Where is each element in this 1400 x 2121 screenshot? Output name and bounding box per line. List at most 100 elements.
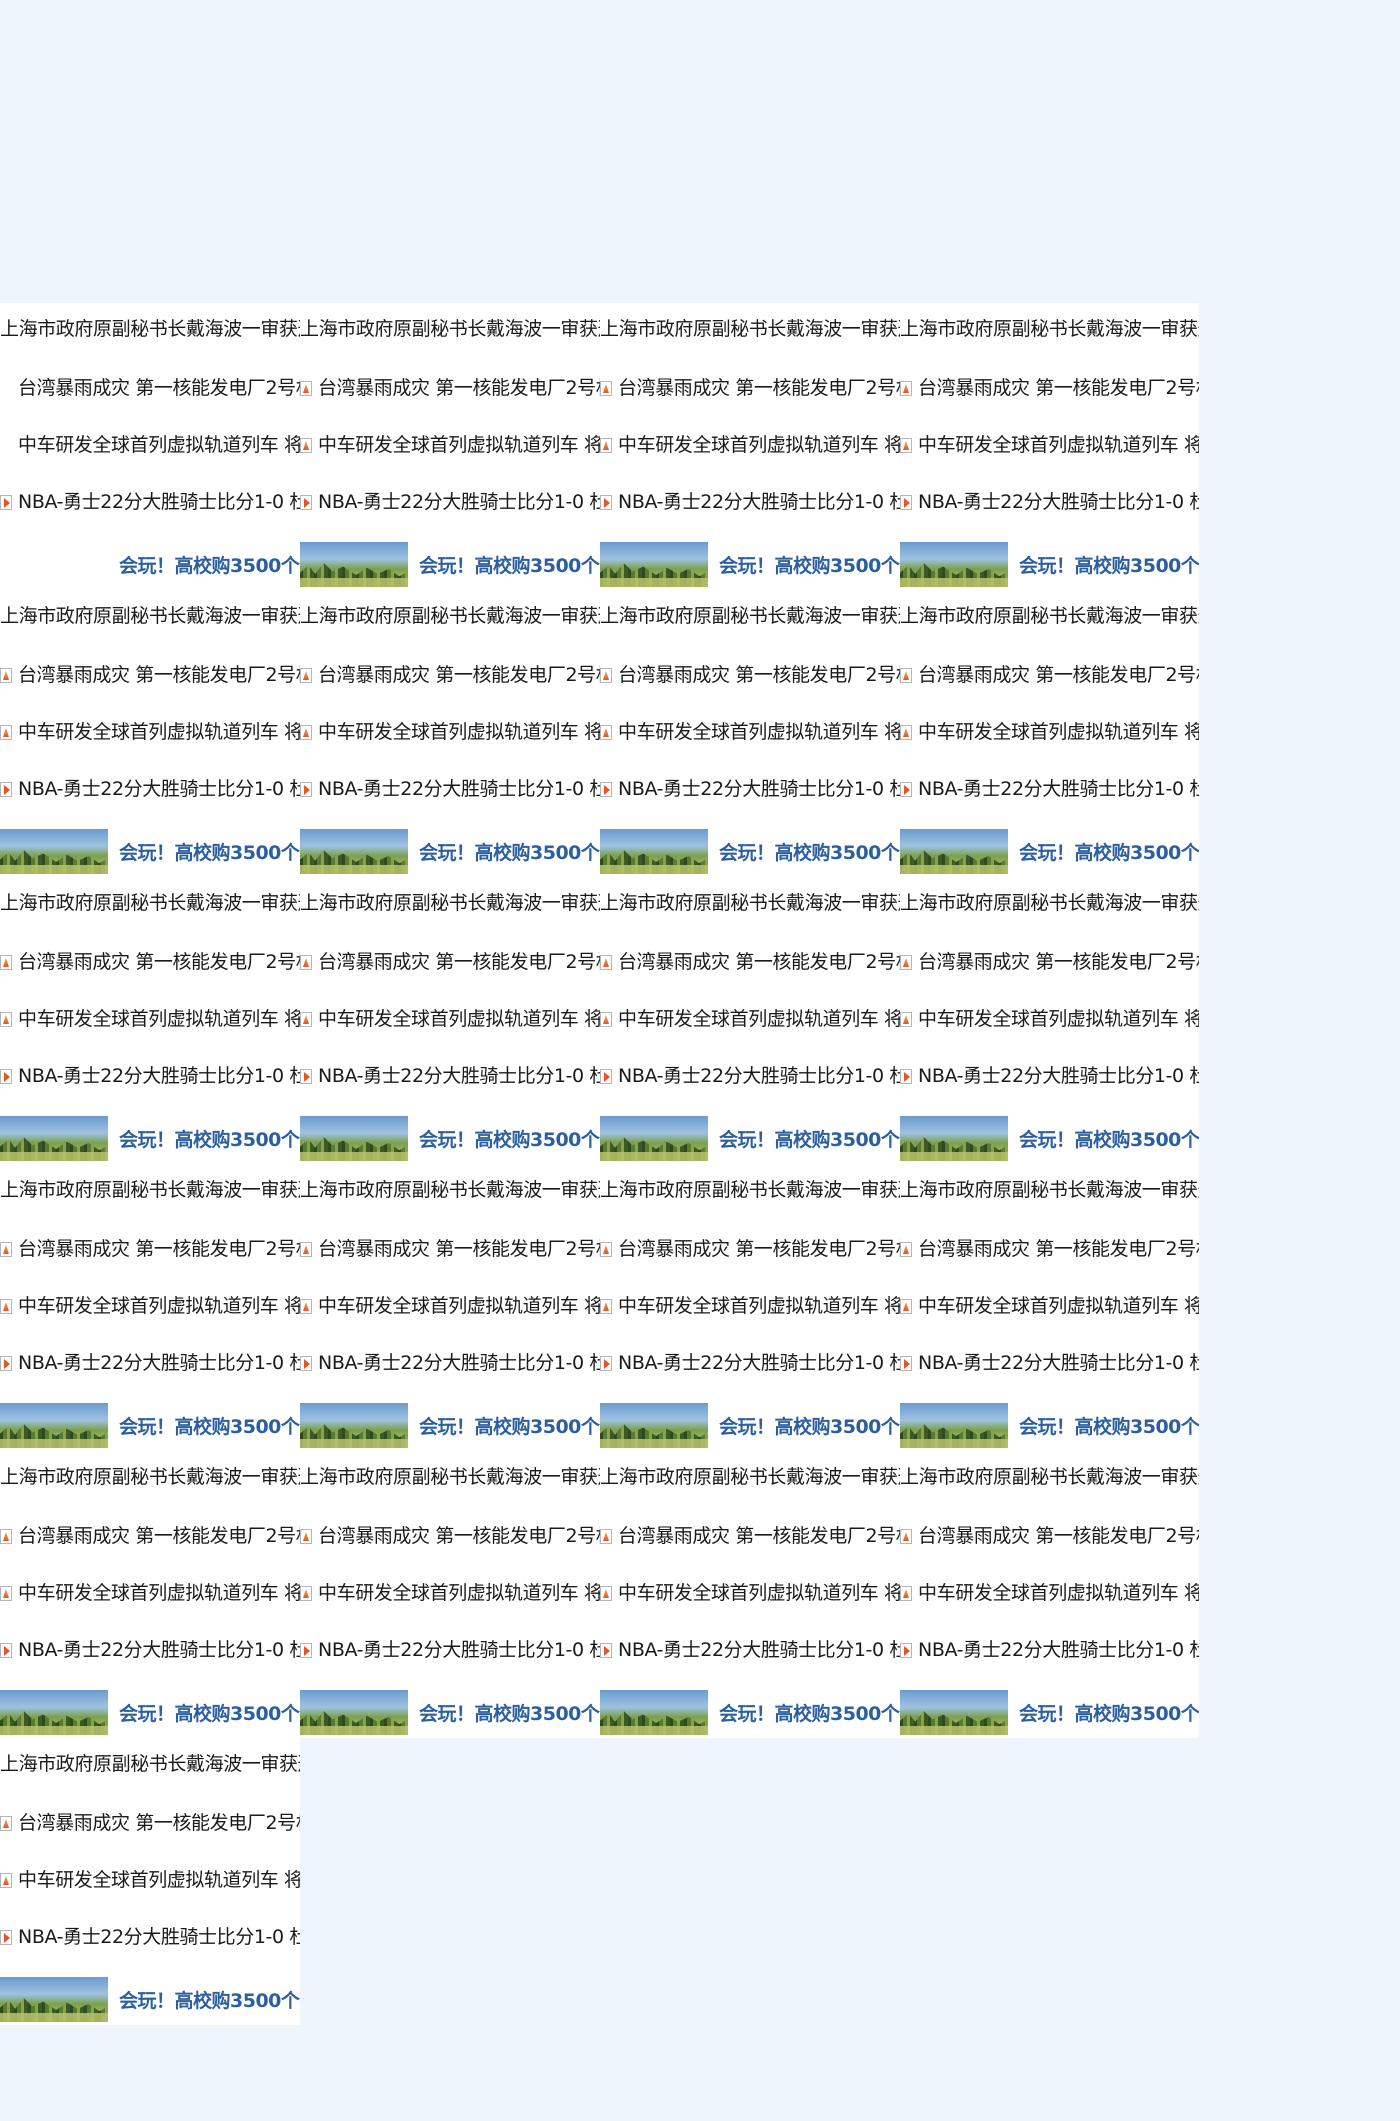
news-link-item1[interactable]: 上海市政府原副秘书长戴海波一审获刑9年	[0, 1738, 300, 1795]
news-link-item4[interactable]: NBA-勇士22分大胜骑士比分1-0 杜兰特38+8+8	[600, 474, 900, 531]
promo-link[interactable]: 会玩！高校购3500个西瓜送毕业生	[900, 539, 1199, 590]
grass-landscape-thumbnail[interactable]	[0, 1977, 108, 2022]
news-link-item2[interactable]: 台湾暴雨成灾 第一核能发电厂2号机电塔倒塌	[300, 1508, 600, 1565]
news-link-item3[interactable]: 中车研发全球首列虚拟轨道列车 将实现无人驾驶	[300, 991, 600, 1048]
news-link-item1[interactable]: 上海市政府原副秘书长戴海波一审获刑9年	[900, 1451, 1199, 1508]
news-link-item2[interactable]: 台湾暴雨成灾 第一核能发电厂2号机电塔倒塌	[0, 934, 300, 991]
news-link-item1[interactable]: 上海市政府原副秘书长戴海波一审获刑9年	[0, 877, 300, 934]
promo-link[interactable]: 会玩！高校购3500个西瓜送毕业生	[600, 539, 900, 590]
news-link-item4[interactable]: NBA-勇士22分大胜骑士比分1-0 杜兰特38+8+8	[0, 1048, 300, 1105]
grass-landscape-thumbnail[interactable]	[300, 542, 408, 587]
promo-link[interactable]: 会玩！高校购3500个西瓜送毕业生	[0, 1400, 300, 1451]
promo-link[interactable]: 会玩！高校购3500个西瓜送毕业生	[0, 826, 300, 877]
news-link-item4[interactable]: NBA-勇士22分大胜骑士比分1-0 杜兰特38+8+8	[300, 761, 600, 818]
news-link-item3[interactable]: 中车研发全球首列虚拟轨道列车 将实现无人驾驶	[600, 1278, 900, 1335]
news-link-item1[interactable]: 上海市政府原副秘书长戴海波一审获刑9年	[0, 1451, 300, 1508]
news-link-item3[interactable]: 中车研发全球首列虚拟轨道列车 将实现无人驾驶	[600, 704, 900, 761]
news-link-item1[interactable]: 上海市政府原副秘书长戴海波一审获刑9年	[600, 590, 900, 647]
news-link-item3[interactable]: 中车研发全球首列虚拟轨道列车 将实现无人驾驶	[300, 1565, 600, 1622]
grass-landscape-thumbnail[interactable]	[600, 1403, 708, 1448]
promo-link[interactable]: 会玩！高校购3500个西瓜送毕业生	[600, 826, 900, 877]
news-link-item4[interactable]: NBA-勇士22分大胜骑士比分1-0 杜兰特38+8+8	[900, 1622, 1199, 1679]
news-link-item2[interactable]: 台湾暴雨成灾 第一核能发电厂2号机电塔倒塌	[300, 934, 600, 991]
news-link-item1[interactable]: 上海市政府原副秘书长戴海波一审获刑9年	[600, 877, 900, 934]
news-link-item4[interactable]: NBA-勇士22分大胜骑士比分1-0 杜兰特38+8+8	[600, 1622, 900, 1679]
news-link-item4[interactable]: NBA-勇士22分大胜骑士比分1-0 杜兰特38+8+8	[300, 474, 600, 531]
news-link-item3[interactable]: 中车研发全球首列虚拟轨道列车 将实现无人驾驶	[900, 417, 1199, 474]
promo-link[interactable]: 会玩！高校购3500个西瓜送毕业生	[300, 539, 600, 590]
news-link-item3[interactable]: 中车研发全球首列虚拟轨道列车 将实现无人驾驶	[0, 991, 300, 1048]
promo-link[interactable]: 会玩！高校购3500个西瓜送毕业生	[300, 1687, 600, 1738]
grass-landscape-thumbnail[interactable]	[300, 829, 408, 874]
news-link-item2[interactable]: 台湾暴雨成灾 第一核能发电厂2号机电塔倒塌	[600, 1508, 900, 1565]
grass-landscape-thumbnail[interactable]	[600, 829, 708, 874]
news-link-item4[interactable]: NBA-勇士22分大胜骑士比分1-0 杜兰特38+8+8	[0, 761, 300, 818]
grass-landscape-thumbnail[interactable]	[0, 829, 108, 874]
promo-link[interactable]: 会玩！高校购3500个西瓜送毕业生	[600, 1687, 900, 1738]
news-link-item2[interactable]: 台湾暴雨成灾 第一核能发电厂2号机电塔倒塌	[0, 360, 300, 417]
news-link-item2[interactable]: 台湾暴雨成灾 第一核能发电厂2号机电塔倒塌	[0, 1508, 300, 1565]
news-link-item4[interactable]: NBA-勇士22分大胜骑士比分1-0 杜兰特38+8+8	[0, 1622, 300, 1679]
grass-landscape-thumbnail[interactable]	[900, 542, 1008, 587]
news-link-item1[interactable]: 上海市政府原副秘书长戴海波一审获刑9年	[300, 1164, 600, 1221]
news-link-item2[interactable]: 台湾暴雨成灾 第一核能发电厂2号机电塔倒塌	[900, 360, 1199, 417]
news-link-item3[interactable]: 中车研发全球首列虚拟轨道列车 将实现无人驾驶	[300, 417, 600, 474]
news-link-item1[interactable]: 上海市政府原副秘书长戴海波一审获刑9年	[600, 303, 900, 360]
news-link-item3[interactable]: 中车研发全球首列虚拟轨道列车 将实现无人驾驶	[900, 991, 1199, 1048]
news-link-item4[interactable]: NBA-勇士22分大胜骑士比分1-0 杜兰特38+8+8	[600, 1048, 900, 1105]
news-link-item1[interactable]: 上海市政府原副秘书长戴海波一审获刑9年	[300, 303, 600, 360]
news-link-item3[interactable]: 中车研发全球首列虚拟轨道列车 将实现无人驾驶	[600, 417, 900, 474]
news-link-item1[interactable]: 上海市政府原副秘书长戴海波一审获刑9年	[600, 1451, 900, 1508]
news-link-item3[interactable]: 中车研发全球首列虚拟轨道列车 将实现无人驾驶	[0, 1852, 300, 1909]
news-link-item4[interactable]: NBA-勇士22分大胜骑士比分1-0 杜兰特38+8+8	[900, 1048, 1199, 1105]
news-link-item3[interactable]: 中车研发全球首列虚拟轨道列车 将实现无人驾驶	[0, 417, 300, 474]
news-link-item2[interactable]: 台湾暴雨成灾 第一核能发电厂2号机电塔倒塌	[300, 360, 600, 417]
news-link-item3[interactable]: 中车研发全球首列虚拟轨道列车 将实现无人驾驶	[900, 704, 1199, 761]
news-link-item1[interactable]: 上海市政府原副秘书长戴海波一审获刑9年	[600, 1164, 900, 1221]
news-link-item3[interactable]: 中车研发全球首列虚拟轨道列车 将实现无人驾驶	[600, 1565, 900, 1622]
news-link-item1[interactable]: 上海市政府原副秘书长戴海波一审获刑9年	[900, 590, 1199, 647]
grass-landscape-thumbnail[interactable]	[600, 1116, 708, 1161]
promo-link[interactable]: 会玩！高校购3500个西瓜送毕业生	[600, 1113, 900, 1164]
promo-link[interactable]: 会玩！高校购3500个西瓜送毕业生	[0, 539, 300, 590]
news-link-item3[interactable]: 中车研发全球首列虚拟轨道列车 将实现无人驾驶	[900, 1278, 1199, 1335]
news-link-item4[interactable]: NBA-勇士22分大胜骑士比分1-0 杜兰特38+8+8	[300, 1048, 600, 1105]
promo-link[interactable]: 会玩！高校购3500个西瓜送毕业生	[600, 1400, 900, 1451]
news-link-item3[interactable]: 中车研发全球首列虚拟轨道列车 将实现无人驾驶	[300, 704, 600, 761]
promo-link[interactable]: 会玩！高校购3500个西瓜送毕业生	[0, 1113, 300, 1164]
news-link-item3[interactable]: 中车研发全球首列虚拟轨道列车 将实现无人驾驶	[0, 1278, 300, 1335]
news-link-item2[interactable]: 台湾暴雨成灾 第一核能发电厂2号机电塔倒塌	[900, 1221, 1199, 1278]
grass-landscape-thumbnail[interactable]	[900, 1403, 1008, 1448]
promo-link[interactable]: 会玩！高校购3500个西瓜送毕业生	[0, 1687, 300, 1738]
grass-landscape-thumbnail[interactable]	[0, 1403, 108, 1448]
news-link-item4[interactable]: NBA-勇士22分大胜骑士比分1-0 杜兰特38+8+8	[300, 1335, 600, 1392]
promo-link[interactable]: 会玩！高校购3500个西瓜送毕业生	[300, 1113, 600, 1164]
news-link-item4[interactable]: NBA-勇士22分大胜骑士比分1-0 杜兰特38+8+8	[900, 1335, 1199, 1392]
grass-landscape-thumbnail[interactable]	[0, 1116, 108, 1161]
news-link-item2[interactable]: 台湾暴雨成灾 第一核能发电厂2号机电塔倒塌	[600, 1221, 900, 1278]
news-link-item2[interactable]: 台湾暴雨成灾 第一核能发电厂2号机电塔倒塌	[900, 934, 1199, 991]
promo-link[interactable]: 会玩！高校购3500个西瓜送毕业生	[900, 826, 1199, 877]
news-link-item2[interactable]: 台湾暴雨成灾 第一核能发电厂2号机电塔倒塌	[0, 647, 300, 704]
news-link-item2[interactable]: 台湾暴雨成灾 第一核能发电厂2号机电塔倒塌	[900, 1508, 1199, 1565]
news-link-item1[interactable]: 上海市政府原副秘书长戴海波一审获刑9年	[300, 1451, 600, 1508]
promo-link[interactable]: 会玩！高校购3500个西瓜送毕业生	[0, 1974, 300, 2025]
news-link-item3[interactable]: 中车研发全球首列虚拟轨道列车 将实现无人驾驶	[0, 704, 300, 761]
grass-landscape-thumbnail[interactable]	[600, 1690, 708, 1735]
news-link-item2[interactable]: 台湾暴雨成灾 第一核能发电厂2号机电塔倒塌	[900, 647, 1199, 704]
news-link-item4[interactable]: NBA-勇士22分大胜骑士比分1-0 杜兰特38+8+8	[0, 1909, 300, 1966]
news-link-item2[interactable]: 台湾暴雨成灾 第一核能发电厂2号机电塔倒塌	[600, 647, 900, 704]
news-link-item2[interactable]: 台湾暴雨成灾 第一核能发电厂2号机电塔倒塌	[600, 934, 900, 991]
news-link-item4[interactable]: NBA-勇士22分大胜骑士比分1-0 杜兰特38+8+8	[600, 1335, 900, 1392]
news-link-item2[interactable]: 台湾暴雨成灾 第一核能发电厂2号机电塔倒塌	[0, 1221, 300, 1278]
news-link-item3[interactable]: 中车研发全球首列虚拟轨道列车 将实现无人驾驶	[300, 1278, 600, 1335]
news-link-item1[interactable]: 上海市政府原副秘书长戴海波一审获刑9年	[300, 590, 600, 647]
news-link-item1[interactable]: 上海市政府原副秘书长戴海波一审获刑9年	[0, 590, 300, 647]
grass-landscape-thumbnail[interactable]	[300, 1403, 408, 1448]
news-link-item1[interactable]: 上海市政府原副秘书长戴海波一审获刑9年	[0, 1164, 300, 1221]
news-link-item4[interactable]: NBA-勇士22分大胜骑士比分1-0 杜兰特38+8+8	[0, 1335, 300, 1392]
grass-landscape-thumbnail[interactable]	[900, 829, 1008, 874]
promo-link[interactable]: 会玩！高校购3500个西瓜送毕业生	[300, 826, 600, 877]
news-link-item3[interactable]: 中车研发全球首列虚拟轨道列车 将实现无人驾驶	[0, 1565, 300, 1622]
news-link-item4[interactable]: NBA-勇士22分大胜骑士比分1-0 杜兰特38+8+8	[300, 1622, 600, 1679]
